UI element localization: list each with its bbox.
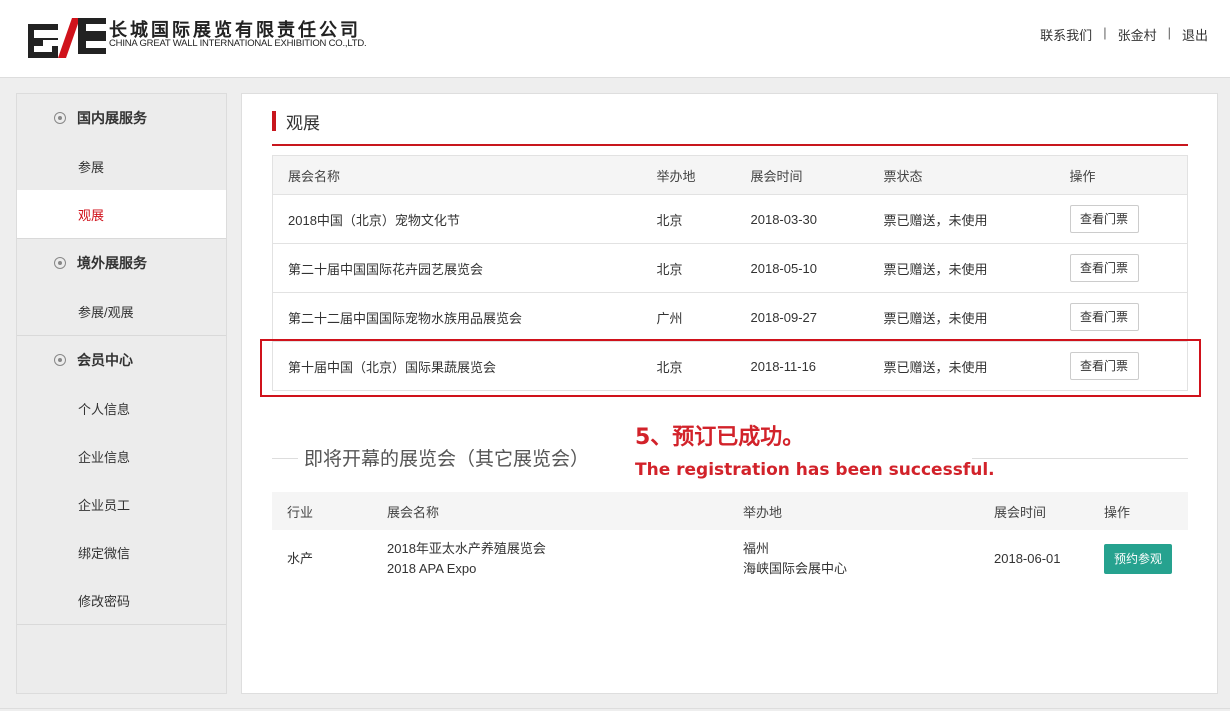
nav-separator: | bbox=[1103, 25, 1107, 40]
top-nav: 联系我们 | 张金村 | 退出 bbox=[1040, 25, 1208, 44]
exhibition-city: 福州 bbox=[743, 541, 770, 556]
sidebar-item-bind-wechat[interactable]: 绑定微信 bbox=[17, 528, 226, 576]
header: 长城国际展览有限责任公司 CHINA GREAT WALL INTERNATIO… bbox=[0, 0, 1230, 78]
exhibition-city: 广州 bbox=[656, 292, 751, 342]
radio-circle-icon bbox=[54, 354, 66, 366]
view-ticket-button[interactable]: 查看门票 bbox=[1069, 303, 1139, 331]
table-row: 2018中国（北京）宠物文化节 北京 2018-03-30 票已赠送，未使用 查… bbox=[272, 194, 1188, 244]
section-title-text: 观展 bbox=[286, 113, 320, 133]
upcoming-table: 行业 展会名称 举办地 展会时间 操作 水产 2018年亚太水产养殖展览会 20… bbox=[272, 492, 1188, 588]
sidebar-group-title[interactable]: 会员中心 bbox=[17, 336, 226, 384]
sidebar-item-visit[interactable]: 观展 bbox=[17, 190, 226, 238]
column-header: 举办地 bbox=[656, 155, 751, 195]
sidebar-item-personal-info[interactable]: 个人信息 bbox=[17, 384, 226, 432]
table-header-row: 行业 展会名称 举办地 展会时间 操作 bbox=[272, 492, 1188, 530]
logout-link[interactable]: 退出 bbox=[1182, 25, 1208, 44]
ticket-status: 票已赠送，未使用 bbox=[883, 194, 1070, 244]
exhibition-name-cell: 2018年亚太水产养殖展览会 2018 APA Expo bbox=[387, 530, 743, 588]
title-accent-bar bbox=[272, 111, 276, 131]
exhibition-date: 2018-09-27 bbox=[750, 292, 884, 342]
sidebar-group-title[interactable]: 境外展服务 bbox=[17, 239, 226, 287]
column-header: 展会名称 bbox=[272, 155, 657, 195]
ticket-status: 票已赠送，未使用 bbox=[883, 243, 1070, 293]
exhibition-name: 第二十届中国国际花卉园艺展览会 bbox=[272, 243, 657, 293]
exhibition-date: 2018-06-01 bbox=[994, 551, 1061, 566]
view-ticket-button[interactable]: 查看门票 bbox=[1069, 205, 1139, 233]
exhibition-name-en: 2018 APA Expo bbox=[387, 561, 477, 576]
column-header: 展会时间 bbox=[994, 492, 1104, 530]
divider bbox=[272, 144, 1188, 146]
company-name-en: CHINA GREAT WALL INTERNATIONAL EXHIBITIO… bbox=[109, 38, 367, 49]
sidebar-group-member: 会员中心 个人信息 企业信息 企业员工 绑定微信 修改密码 bbox=[17, 336, 226, 625]
exhibition-city: 北京 bbox=[656, 194, 751, 244]
sidebar-group-label: 境外展服务 bbox=[77, 255, 147, 271]
column-header: 操作 bbox=[1069, 155, 1188, 195]
radio-circle-icon bbox=[54, 112, 66, 124]
heading-line bbox=[972, 458, 1188, 459]
section-title: 观展 bbox=[272, 110, 320, 133]
radio-circle-icon bbox=[54, 257, 66, 269]
action-cell: 查看门票 bbox=[1069, 292, 1188, 342]
sidebar-group-domestic: 国内展服务 参展 观展 bbox=[17, 94, 226, 239]
book-visit-button[interactable]: 预约参观 bbox=[1104, 544, 1172, 574]
main-content: 观展 展会名称 举办地 展会时间 票状态 操作 2018中国（北京）宠物文化节 … bbox=[241, 93, 1218, 694]
action-cell: 查看门票 bbox=[1069, 194, 1188, 244]
annotation-en: The registration has been successful. bbox=[635, 460, 995, 480]
sidebar-group-label: 国内展服务 bbox=[77, 110, 147, 126]
exhibition-city: 北京 bbox=[656, 243, 751, 293]
sidebar-item-change-password[interactable]: 修改密码 bbox=[17, 576, 226, 624]
column-header: 展会时间 bbox=[750, 155, 884, 195]
user-name-link[interactable]: 张金村 bbox=[1118, 25, 1157, 44]
sidebar-group-title[interactable]: 国内展服务 bbox=[17, 94, 226, 142]
column-header: 行业 bbox=[272, 492, 387, 530]
exhibition-date: 2018-03-30 bbox=[750, 194, 884, 244]
industry: 水产 bbox=[287, 551, 314, 566]
footer-divider bbox=[0, 708, 1230, 709]
table-row: 第二十二届中国国际宠物水族用品展览会 广州 2018-09-27 票已赠送，未使… bbox=[272, 292, 1188, 342]
action-cell: 预约参观 bbox=[1104, 530, 1188, 588]
ticket-status: 票已赠送，未使用 bbox=[883, 292, 1070, 342]
highlight-box bbox=[260, 339, 1201, 397]
table-header-row: 展会名称 举办地 展会时间 票状态 操作 bbox=[272, 155, 1188, 195]
exhibition-name: 第二十二届中国国际宠物水族用品展览会 bbox=[272, 292, 657, 342]
exhibition-venue: 海峡国际会展中心 bbox=[743, 561, 848, 576]
sidebar-item-exhibit[interactable]: 参展 bbox=[17, 142, 226, 190]
sidebar-item-overseas-exhibit-visit[interactable]: 参展/观展 bbox=[17, 287, 226, 335]
exhibition-date: 2018-05-10 bbox=[750, 243, 884, 293]
upcoming-title: 即将开幕的展览会（其它展览会） bbox=[302, 444, 592, 471]
column-header: 展会名称 bbox=[387, 492, 743, 530]
sidebar-item-company-staff[interactable]: 企业员工 bbox=[17, 480, 226, 528]
heading-line bbox=[272, 458, 298, 459]
action-cell: 查看门票 bbox=[1069, 243, 1188, 293]
annotation-cn: 5、预订已成功。 bbox=[635, 425, 805, 450]
exhibition-name-cn: 2018年亚太水产养殖展览会 bbox=[387, 541, 546, 556]
column-header: 操作 bbox=[1104, 492, 1188, 530]
nav-separator: | bbox=[1167, 25, 1171, 40]
sidebar-group-label: 会员中心 bbox=[77, 352, 133, 368]
company-logo[interactable]: 长城国际展览有限责任公司 CHINA GREAT WALL INTERNATIO… bbox=[28, 16, 368, 58]
column-header: 举办地 bbox=[743, 492, 994, 530]
sidebar-item-company-info[interactable]: 企业信息 bbox=[17, 432, 226, 480]
sidebar-group-overseas: 境外展服务 参展/观展 bbox=[17, 239, 226, 336]
exhibition-name: 2018中国（北京）宠物文化节 bbox=[272, 194, 657, 244]
view-ticket-button[interactable]: 查看门票 bbox=[1069, 254, 1139, 282]
contact-link[interactable]: 联系我们 bbox=[1040, 25, 1092, 44]
column-header: 票状态 bbox=[883, 155, 1070, 195]
table-row: 第二十届中国国际花卉园艺展览会 北京 2018-05-10 票已赠送，未使用 查… bbox=[272, 243, 1188, 293]
sidebar: 国内展服务 参展 观展 境外展服务 参展/观展 会员中心 个人信息 企业信息 企… bbox=[16, 93, 227, 694]
venue-cell: 福州 海峡国际会展中心 bbox=[743, 530, 994, 588]
ge-logo-icon bbox=[28, 18, 106, 58]
table-row: 水产 2018年亚太水产养殖展览会 2018 APA Expo 福州 海峡国际会… bbox=[272, 530, 1188, 588]
